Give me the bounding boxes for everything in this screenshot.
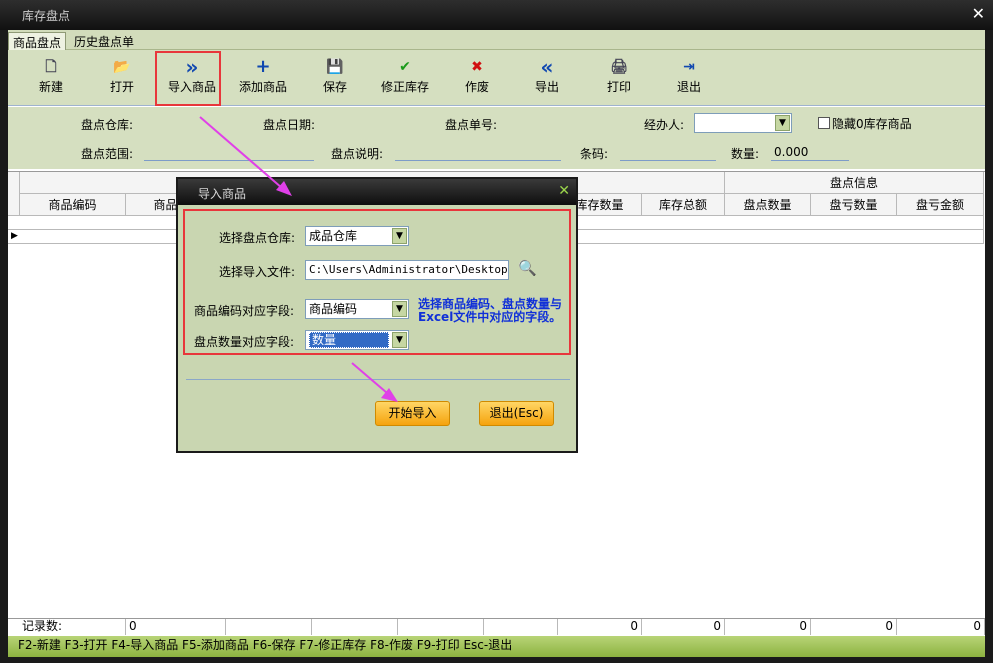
main-window: 库存盘点 ✕ 商品盘点 历史盘点单 🗋 新建 📂 打开 » 导入商品 + 添加商… — [0, 0, 993, 663]
arrow-line-to-dialog — [199, 116, 283, 189]
arrow-head-to-dialog — [276, 181, 292, 196]
annotation-arrows — [199, 116, 398, 402]
arrow-line-to-start — [351, 362, 388, 394]
